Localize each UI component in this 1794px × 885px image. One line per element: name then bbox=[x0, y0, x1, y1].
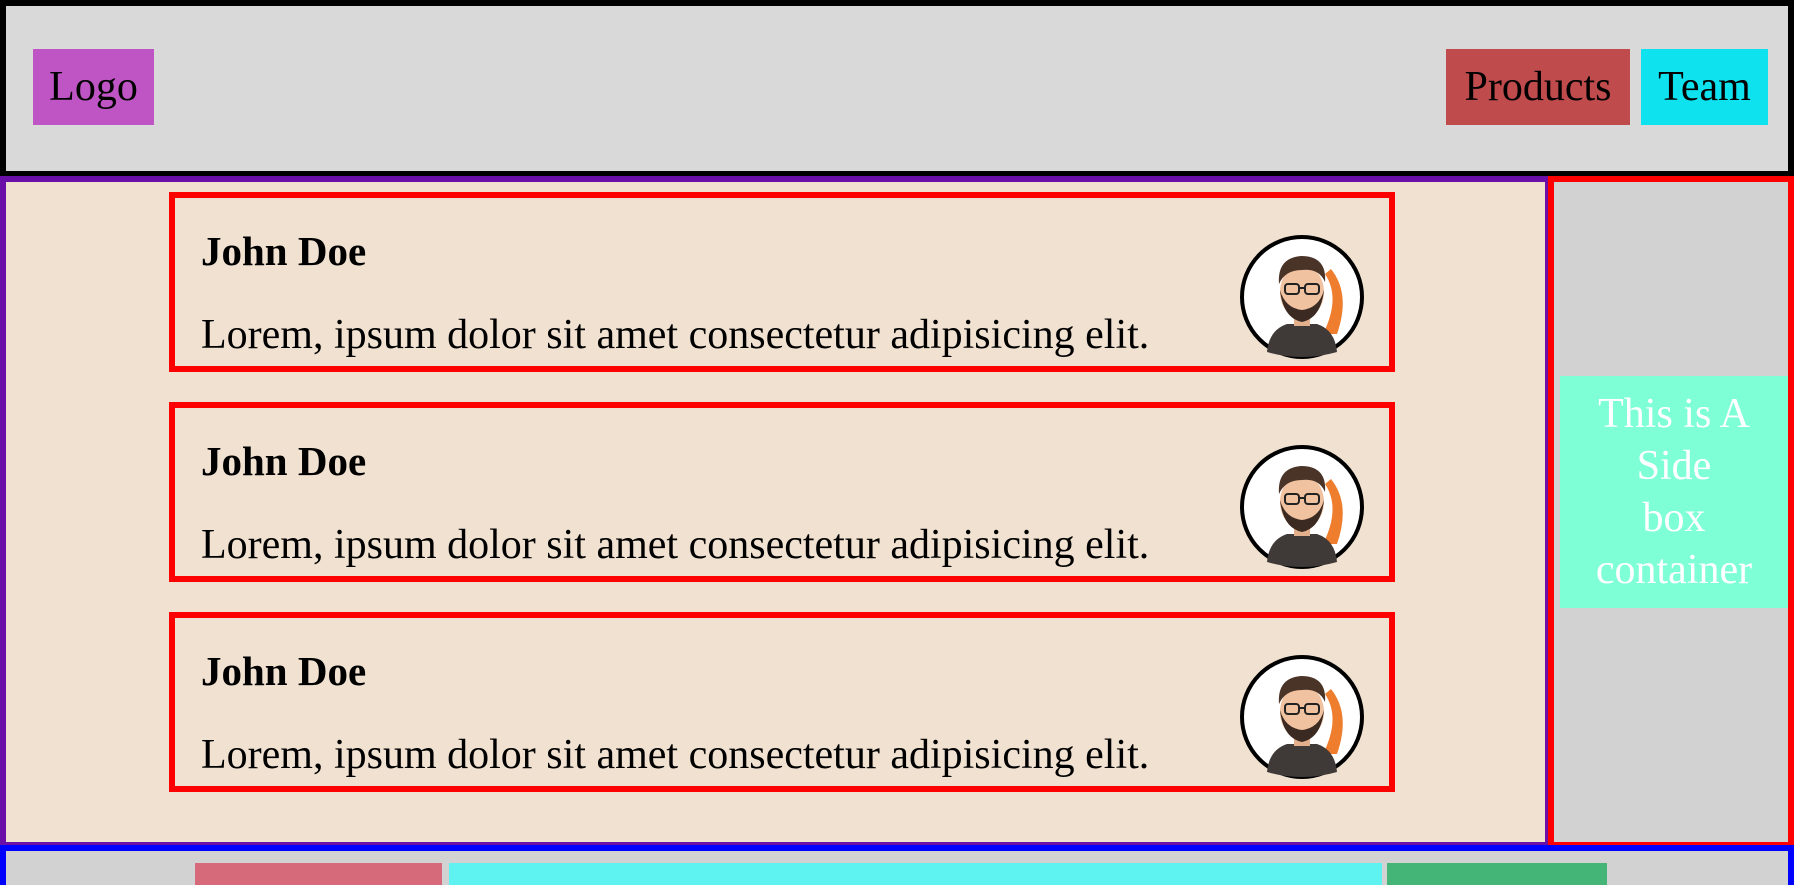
nav-team-link[interactable]: Team bbox=[1641, 49, 1768, 125]
nav-products-link[interactable]: Products bbox=[1446, 49, 1630, 125]
card-name: John Doe bbox=[201, 228, 367, 274]
side-box-line: box bbox=[1642, 495, 1706, 541]
footer-block bbox=[449, 863, 1382, 885]
card-text: Lorem, ipsum dolor sit amet consectetur … bbox=[201, 522, 1150, 568]
footer-block bbox=[1387, 863, 1607, 885]
avatar-icon bbox=[1240, 445, 1364, 569]
avatar-icon bbox=[1240, 655, 1364, 779]
site-footer bbox=[0, 845, 1794, 885]
site-header: Logo Products Team bbox=[0, 0, 1794, 177]
profile-card: John Doe Lorem, ipsum dolor sit amet con… bbox=[169, 612, 1395, 792]
side-box-container: This is A Side box container bbox=[1560, 376, 1788, 608]
card-text: Lorem, ipsum dolor sit amet consectetur … bbox=[201, 312, 1150, 358]
profile-card: John Doe Lorem, ipsum dolor sit amet con… bbox=[169, 192, 1395, 372]
sidebar: This is A Side box container bbox=[1548, 176, 1794, 848]
card-name: John Doe bbox=[201, 438, 367, 484]
profile-card: John Doe Lorem, ipsum dolor sit amet con… bbox=[169, 402, 1395, 582]
side-box-line: Side bbox=[1636, 443, 1712, 489]
main-content: John Doe Lorem, ipsum dolor sit amet con… bbox=[0, 176, 1551, 848]
card-text: Lorem, ipsum dolor sit amet consectetur … bbox=[201, 732, 1150, 778]
avatar-icon bbox=[1240, 235, 1364, 359]
side-box-line: container bbox=[1595, 547, 1753, 593]
side-box-line: This is A bbox=[1598, 391, 1750, 437]
logo[interactable]: Logo bbox=[33, 49, 154, 125]
footer-block bbox=[195, 863, 442, 885]
card-name: John Doe bbox=[201, 648, 367, 694]
